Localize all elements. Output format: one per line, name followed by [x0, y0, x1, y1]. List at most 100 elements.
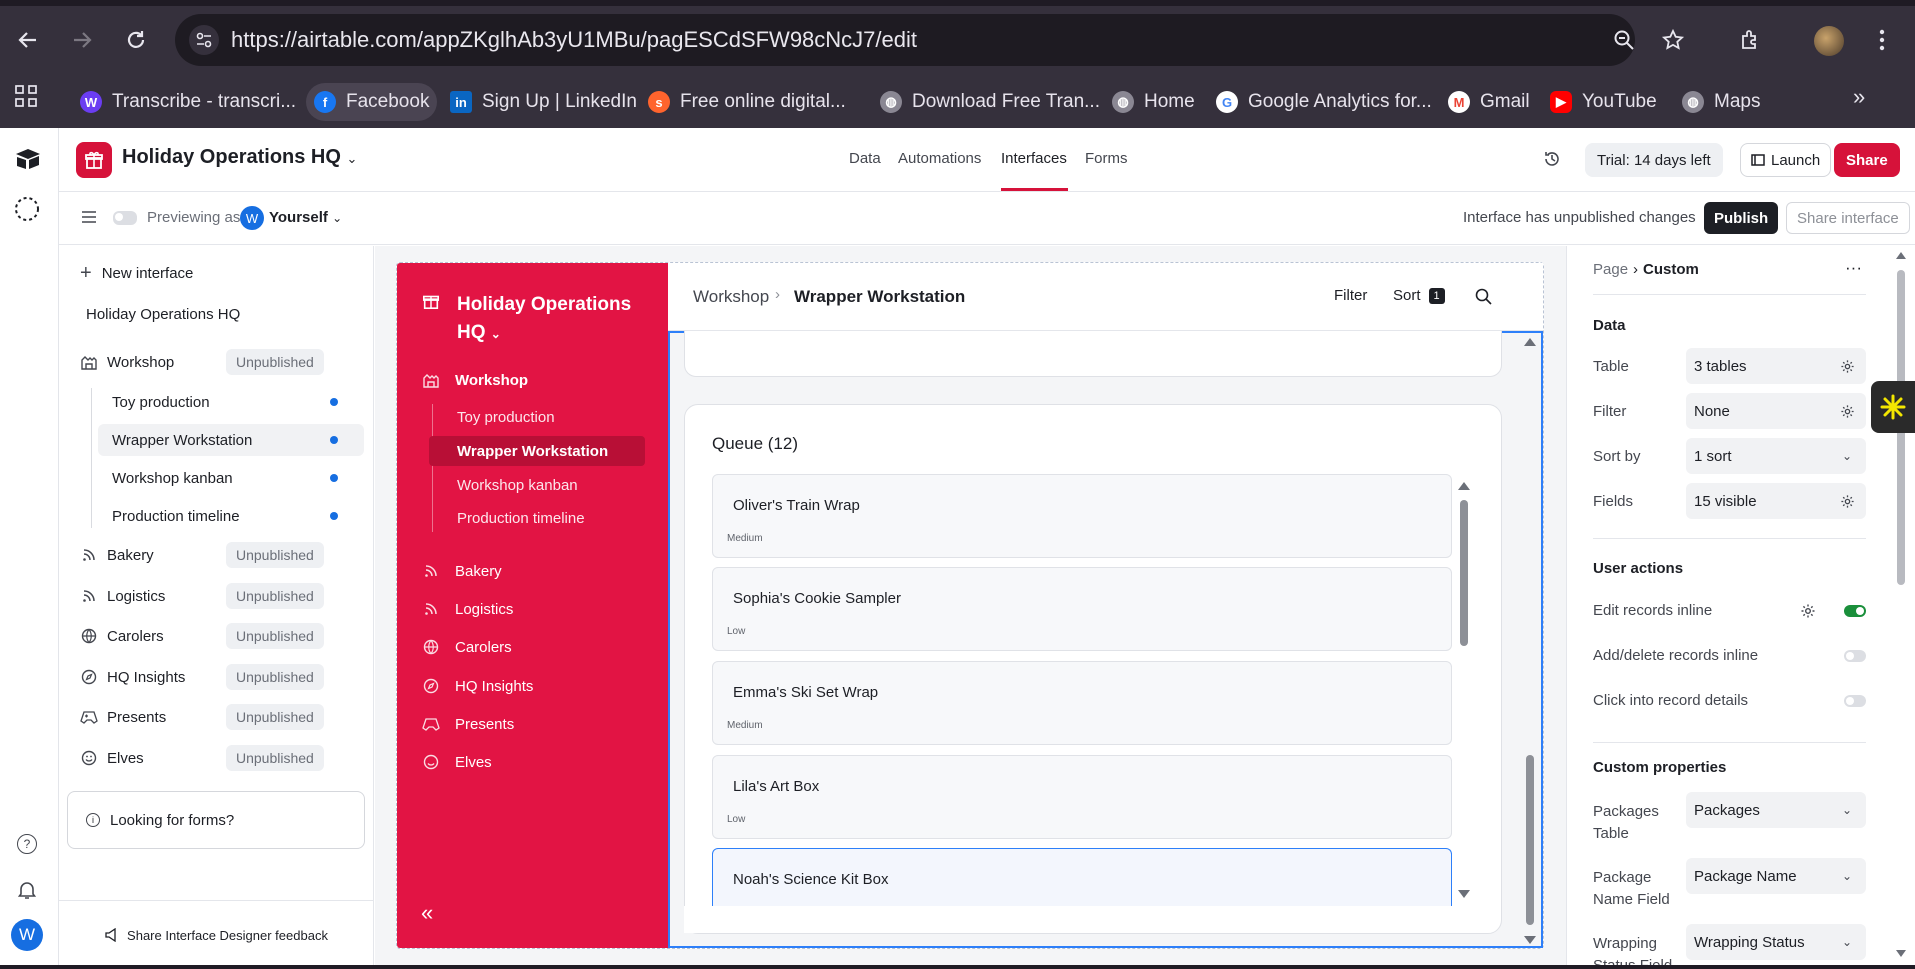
interface-nav-carolers[interactable]: Carolers	[422, 632, 512, 662]
launch-button[interactable]: Launch	[1740, 143, 1832, 177]
record-card-selected[interactable]: Noah's Science Kit Box	[712, 848, 1452, 906]
airtable-logo-icon[interactable]	[14, 147, 42, 171]
bookmark-star-icon[interactable]	[1653, 20, 1693, 60]
sort-button[interactable]: Sort 1	[1393, 287, 1445, 304]
bookmark-home[interactable]: ◍ Home	[1104, 83, 1203, 121]
filter-button[interactable]: Filter	[1334, 287, 1367, 304]
sidebar-item-toy-production[interactable]: Toy production	[98, 386, 364, 418]
bookmark-linkedin[interactable]: in Sign Up | LinkedIn	[442, 83, 645, 121]
omni-icon[interactable]	[12, 194, 42, 224]
packages-table-select[interactable]: Packages ⌄	[1686, 792, 1866, 828]
interface-nav-toy-production[interactable]: Toy production	[429, 402, 645, 432]
interface-nav-presents[interactable]: Presents	[422, 709, 514, 739]
sidebar-group-carolers[interactable]: Carolers	[80, 620, 164, 652]
notifications-icon[interactable]	[17, 880, 37, 900]
reload-icon[interactable]	[116, 20, 156, 60]
sidebar-group-workshop[interactable]: Workshop	[80, 346, 174, 378]
extensions-icon[interactable]	[1730, 20, 1770, 60]
interface-nav-production-timeline[interactable]: Production timeline	[429, 503, 645, 533]
trial-badge[interactable]: Trial: 14 days left	[1585, 143, 1723, 177]
preview-user-select[interactable]: Yourself ⌄	[269, 209, 342, 226]
tab-data[interactable]: Data	[849, 150, 881, 167]
address-bar[interactable]: https://airtable.com/appZKglhAb3yU1MBu/p…	[175, 14, 1635, 66]
sidebar-group-hq-insights[interactable]: HQ Insights	[80, 661, 185, 693]
more-options-icon[interactable]: ···	[1845, 258, 1862, 278]
collapse-nav-icon[interactable]: «	[421, 900, 433, 926]
more-bookmarks-icon[interactable]: »	[1853, 84, 1865, 110]
sidebar-group-presents[interactable]: Presents	[80, 701, 166, 733]
help-icon[interactable]: ?	[17, 834, 37, 854]
apps-grid-icon[interactable]	[6, 76, 46, 116]
history-icon[interactable]	[1543, 150, 1561, 168]
tab-automations[interactable]: Automations	[898, 150, 981, 167]
list-scrollbar[interactable]	[1460, 500, 1468, 646]
list-scroll-up-icon[interactable]	[1458, 482, 1470, 490]
record-card[interactable]: Lila's Art Box Low	[712, 755, 1452, 839]
interface-nav-logistics[interactable]: Logistics	[422, 594, 513, 624]
profile-avatar[interactable]	[1814, 26, 1844, 56]
sidebar-item-wrapper-workstation[interactable]: Wrapper Workstation	[98, 424, 364, 456]
bookmark-youtube[interactable]: ▶ YouTube	[1542, 83, 1665, 121]
panel-scroll-down-icon[interactable]	[1896, 950, 1906, 957]
interface-title[interactable]: Holiday Operations HQ ⌄	[457, 291, 631, 348]
sidebar-group-elves[interactable]: Elves	[80, 742, 144, 774]
zoom-icon[interactable]	[1604, 20, 1644, 60]
bookmark-gmail[interactable]: M Gmail	[1440, 83, 1538, 121]
add-delete-records-toggle[interactable]	[1844, 650, 1866, 662]
search-icon[interactable]	[1475, 288, 1492, 305]
interface-nav-workshop[interactable]: Workshop	[422, 365, 528, 395]
base-name[interactable]: Holiday Operations HQ ⌄	[122, 146, 357, 169]
sort-by-select[interactable]: 1 sort ⌄	[1686, 438, 1866, 474]
scroll-up-arrow-icon[interactable]	[1524, 338, 1536, 346]
bookmark-maps[interactable]: ◍ Maps	[1674, 83, 1768, 121]
preview-toggle[interactable]	[113, 211, 137, 225]
gear-icon[interactable]	[1800, 603, 1816, 619]
looking-for-forms-link[interactable]: i Looking for forms?	[67, 791, 365, 849]
list-scroll-down-icon[interactable]	[1458, 890, 1470, 898]
wrapping-status-field-select[interactable]: Wrapping Status ⌄	[1686, 924, 1866, 960]
new-interface-button[interactable]: + New interface	[80, 257, 193, 289]
table-select[interactable]: 3 tables	[1686, 348, 1866, 384]
browser-menu-icon[interactable]	[1862, 20, 1902, 60]
bookmark-facebook[interactable]: f Facebook	[306, 83, 438, 121]
breadcrumb-parent[interactable]: Workshop	[693, 287, 769, 307]
panel-crumb-root[interactable]: Page	[1593, 261, 1628, 278]
interface-nav-elves[interactable]: Elves	[422, 747, 492, 777]
record-card[interactable]: Sophia's Cookie Sampler Low	[712, 567, 1452, 651]
share-feedback-link[interactable]: Share Interface Designer feedback	[59, 900, 374, 969]
click-into-record-toggle[interactable]	[1844, 695, 1866, 707]
sidebar-item-workshop-kanban[interactable]: Workshop kanban	[98, 462, 364, 494]
back-icon[interactable]	[8, 20, 48, 60]
panel-scroll-up-icon[interactable]	[1896, 252, 1906, 259]
sidebar-group-logistics[interactable]: Logistics	[80, 580, 165, 612]
bookmark-download[interactable]: ◍ Download Free Tran...	[872, 83, 1108, 121]
filter-select[interactable]: None	[1686, 393, 1866, 429]
user-avatar[interactable]: W	[11, 919, 43, 951]
bookmark-free-online[interactable]: s Free online digital...	[640, 83, 854, 121]
tab-forms[interactable]: Forms	[1085, 150, 1128, 167]
interface-nav-workshop-kanban[interactable]: Workshop kanban	[429, 470, 645, 500]
interface-nav-wrapper-workstation[interactable]: Wrapper Workstation	[429, 436, 645, 466]
sidebar-group-bakery[interactable]: Bakery	[80, 539, 154, 571]
site-info-icon[interactable]	[189, 25, 219, 55]
bookmark-transcribe[interactable]: W Transcribe - transcri...	[72, 83, 304, 121]
hamburger-menu-icon[interactable]	[81, 210, 97, 224]
edit-records-inline-toggle[interactable]	[1844, 605, 1866, 617]
interface-nav-bakery[interactable]: Bakery	[422, 556, 502, 586]
package-name-field-select[interactable]: Package Name ⌄	[1686, 858, 1866, 894]
publish-button[interactable]: Publish	[1704, 202, 1779, 234]
sidebar-item-production-timeline[interactable]: Production timeline	[98, 500, 364, 532]
content-scrollbar[interactable]	[1526, 755, 1534, 925]
forward-icon[interactable]	[62, 20, 102, 60]
fields-select[interactable]: 15 visible	[1686, 483, 1866, 519]
share-interface-button[interactable]: Share interface	[1786, 202, 1910, 234]
share-button[interactable]: Share	[1834, 143, 1900, 177]
tab-interfaces[interactable]: Interfaces	[1001, 150, 1067, 167]
scroll-down-arrow-icon[interactable]	[1524, 936, 1536, 944]
base-gift-icon[interactable]	[76, 142, 112, 178]
record-card[interactable]: Emma's Ski Set Wrap Medium	[712, 661, 1452, 745]
record-card[interactable]: Oliver's Train Wrap Medium	[712, 474, 1452, 558]
bookmark-google-analytics[interactable]: G Google Analytics for...	[1208, 83, 1440, 121]
interface-nav-hq-insights[interactable]: HQ Insights	[422, 671, 533, 701]
extension-sparkle-icon[interactable]	[1871, 381, 1915, 433]
